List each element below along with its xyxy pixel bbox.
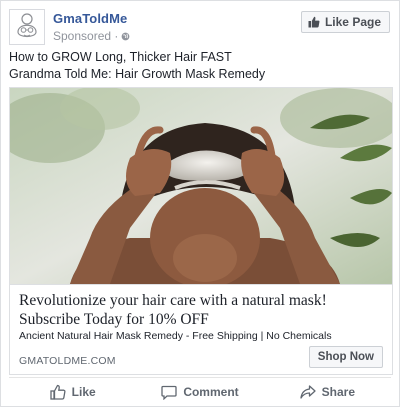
like-page-label: Like Page: [324, 15, 381, 29]
ad-image[interactable]: [10, 88, 392, 284]
share-label: Share: [321, 384, 355, 399]
post-message: How to GROW Long, Thicker Hair FAST Gran…: [9, 49, 393, 83]
comment-action[interactable]: Comment: [136, 378, 263, 405]
ad-headline[interactable]: Revolutionize your hair care with a natu…: [19, 291, 383, 329]
thumbs-up-icon: [308, 16, 320, 28]
sponsored-post: GmaToldMe Sponsored · Like Page How to G…: [0, 0, 400, 407]
ad-domain: GMATOLDME.COM: [19, 355, 116, 367]
like-action[interactable]: Like: [9, 378, 136, 405]
grandma-avatar-icon: [10, 10, 44, 44]
thumbs-up-icon: [50, 384, 66, 400]
post-action-bar: Like Comment Share: [9, 377, 391, 405]
like-label: Like: [71, 384, 96, 399]
share-icon: [299, 384, 316, 399]
share-action[interactable]: Share: [264, 378, 391, 405]
comment-label: Comment: [183, 384, 239, 399]
page-avatar[interactable]: [9, 9, 45, 45]
comment-icon: [161, 385, 177, 400]
sponsored-text: Sponsored ·: [53, 29, 119, 43]
shop-now-button[interactable]: Shop Now: [308, 346, 383, 368]
ad-description: Ancient Natural Hair Mask Remedy - Free …: [19, 330, 332, 342]
globe-icon: [122, 32, 130, 40]
post-message-line: How to GROW Long, Thicker Hair FAST: [9, 50, 232, 64]
like-page-button[interactable]: Like Page: [300, 11, 390, 33]
page-name-link[interactable]: GmaToldMe: [53, 11, 127, 26]
post-message-line: Grandma Told Me: Hair Growth Mask Remedy: [9, 67, 266, 81]
sponsored-label: Sponsored ·: [53, 29, 130, 43]
ad-link-card[interactable]: Revolutionize your hair care with a natu…: [9, 87, 393, 375]
post-header: GmaToldMe Sponsored · Like Page: [9, 9, 391, 45]
ad-card-text: Revolutionize your hair care with a natu…: [10, 284, 392, 374]
